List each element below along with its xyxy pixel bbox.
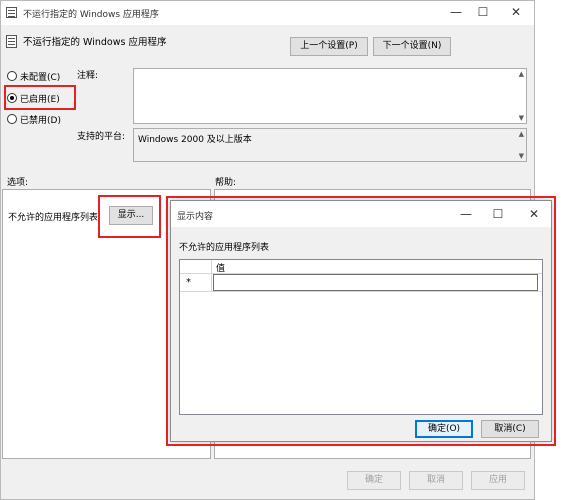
policy-title: 不运行指定的 Windows 应用程序 [23,37,167,48]
dialog-cancel-button[interactable]: 取消(C) [481,420,539,438]
grid-header: 值 [180,260,542,274]
platform-scroll-down-icon[interactable]: ▼ [519,152,524,160]
radio-enabled-dot[interactable] [7,93,17,103]
table-row[interactable]: * [180,274,542,292]
close-button[interactable]: ✕ [501,2,531,22]
radio-enabled-label: 已启用(E) [20,94,60,105]
next-setting-button[interactable]: 下一个设置(N) [373,37,451,56]
new-row-marker: * [180,274,212,292]
dialog-title-bar: 显示内容 — ☐ ✕ [171,201,551,227]
supported-platform-label: 支持的平台: [77,132,126,142]
radio-not-configured[interactable]: 未配置(C) [7,69,60,83]
comment-label: 注释: [77,71,99,81]
help-label: 帮助: [215,178,237,188]
platform-scroll-up-icon[interactable]: ▲ [519,130,524,138]
radio-enabled[interactable]: 已启用(E) [7,91,60,105]
show-button[interactable]: 显示... [109,206,153,225]
radio-disabled[interactable]: 已禁用(D) [7,112,61,126]
dialog-title: 显示内容 [177,212,214,222]
supported-platform-value: Windows 2000 及以上版本 [138,135,252,145]
policy-setting-icon [6,35,17,48]
grid-corner [180,260,212,274]
option-list-label: 不允许的应用程序列表 [8,213,99,223]
options-label: 选项: [7,178,29,188]
dialog-ok-button[interactable]: 确定(O) [415,420,473,438]
radio-disabled-label: 已禁用(D) [20,115,61,126]
column-header-value: 值 [216,264,226,274]
cancel-button[interactable]: 取消 [409,471,463,490]
dialog-minimize-button[interactable]: — [451,204,481,224]
radio-not-configured-label: 未配置(C) [20,72,61,83]
minimize-button[interactable]: — [441,2,471,22]
previous-setting-button[interactable]: 上一个设置(P) [290,37,368,56]
apply-button[interactable]: 应用 [471,471,525,490]
dialog-maximize-button[interactable]: ☐ [483,204,513,224]
title-bar: 不运行指定的 Windows 应用程序 — ☐ ✕ [1,1,534,25]
value-cell-input[interactable] [213,274,538,291]
window-title: 不运行指定的 Windows 应用程序 [23,10,159,20]
supported-platform-box: Windows 2000 及以上版本 ▲ ▼ [133,128,527,162]
policy-icon [6,7,17,18]
ok-button[interactable]: 确定 [347,471,401,490]
scroll-up-icon[interactable]: ▲ [519,70,524,78]
dialog-close-button[interactable]: ✕ [519,204,549,224]
radio-not-configured-dot[interactable] [7,71,17,81]
dialog-list-label: 不允许的应用程序列表 [179,243,270,253]
comment-textbox[interactable]: ▲ ▼ [133,68,527,124]
scroll-down-icon[interactable]: ▼ [519,114,524,122]
maximize-button[interactable]: ☐ [468,2,498,22]
show-contents-dialog: 显示内容 — ☐ ✕ 不允许的应用程序列表 值 * 确定(O) 取消(C) [170,200,552,442]
radio-disabled-dot[interactable] [7,114,17,124]
values-grid: 值 * [179,259,543,415]
